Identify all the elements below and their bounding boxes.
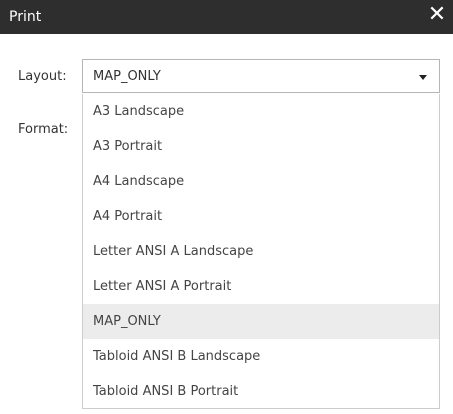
layout-option[interactable]: A3 Portrait bbox=[83, 129, 439, 164]
layout-select-value: MAP_ONLY bbox=[93, 69, 161, 84]
layout-option[interactable]: Tabloid ANSI B Portrait bbox=[83, 374, 439, 408]
layout-option[interactable]: Letter ANSI A Landscape bbox=[83, 234, 439, 269]
dialog-titlebar: Print ✕ bbox=[0, 0, 453, 34]
layout-option-selected[interactable]: MAP_ONLY bbox=[83, 304, 439, 339]
format-label: Format: bbox=[18, 122, 69, 137]
close-icon[interactable]: ✕ bbox=[425, 1, 449, 29]
layout-option[interactable]: A4 Landscape bbox=[83, 164, 439, 199]
layout-dropdown-list: A3 Landscape A3 Portrait A4 Landscape A4… bbox=[82, 94, 440, 409]
layout-option[interactable]: Letter ANSI A Portrait bbox=[83, 269, 439, 304]
chevron-down-icon[interactable] bbox=[419, 75, 427, 80]
layout-option[interactable]: Tabloid ANSI B Landscape bbox=[83, 339, 439, 374]
layout-option[interactable]: A3 Landscape bbox=[83, 94, 439, 129]
print-dialog: Print ✕ Layout: Format: MAP_ONLY A3 Land… bbox=[0, 0, 453, 414]
layout-option[interactable]: A4 Portrait bbox=[83, 199, 439, 234]
layout-label: Layout: bbox=[18, 69, 67, 84]
dialog-title: Print bbox=[9, 9, 42, 25]
layout-select[interactable]: MAP_ONLY bbox=[82, 59, 440, 93]
